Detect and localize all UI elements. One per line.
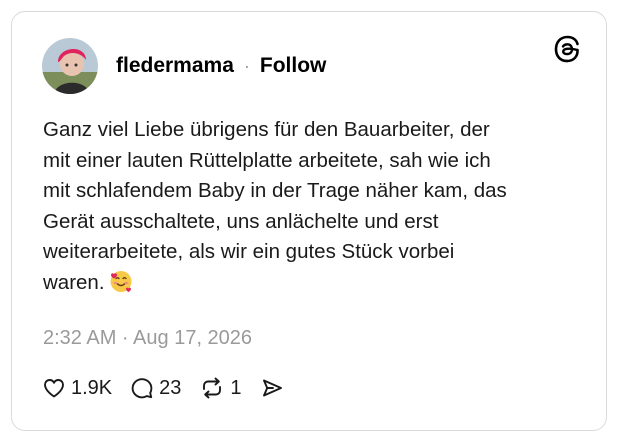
speech-bubble-icon — [130, 376, 154, 400]
user-row: fledermama · Follow — [116, 54, 326, 78]
repost-button[interactable]: 1 — [199, 376, 242, 400]
reply-count: 23 — [159, 376, 182, 399]
post-card: fledermama · Follow Ganz viel Liebe übri… — [11, 11, 607, 431]
post-text-line: weiterarbeitete, als wir ein gutes Stück… — [43, 240, 455, 263]
separator-dot: · — [243, 55, 250, 76]
post-header: fledermama · Follow — [42, 38, 326, 94]
post-timestamp[interactable]: 2:32 AM · Aug 17, 2026 — [43, 327, 252, 350]
action-bar: 1.9K 23 1 — [42, 376, 284, 400]
repost-count: 1 — [230, 376, 242, 399]
like-button[interactable]: 1.9K — [42, 376, 112, 400]
repost-icon — [199, 376, 225, 400]
post-text-line: Ganz viel Liebe übrigens für den Bauarbe… — [43, 118, 490, 141]
heart-icon — [42, 376, 66, 400]
share-button[interactable] — [260, 376, 284, 400]
post-text-line: mit einer lauten Rüttelplatte arbeitete,… — [43, 148, 491, 172]
username[interactable]: fledermama — [116, 54, 234, 78]
post-text-line: Gerät ausschaltete, uns anlächelte und e… — [43, 209, 439, 233]
smiling-face-with-hearts-icon — [109, 269, 133, 293]
follow-button[interactable]: Follow — [260, 54, 327, 78]
post-text-line: mit schlafendem Baby in der Trage näher … — [43, 179, 507, 202]
post-text: Ganz viel Liebe übrigens für den Bauarbe… — [43, 115, 563, 298]
threads-icon[interactable] — [552, 34, 582, 64]
reply-button[interactable]: 23 — [130, 376, 181, 400]
like-count: 1.9K — [71, 376, 113, 399]
post-text-line: waren. — [43, 270, 105, 294]
avatar[interactable] — [42, 38, 98, 94]
send-icon — [260, 376, 284, 400]
